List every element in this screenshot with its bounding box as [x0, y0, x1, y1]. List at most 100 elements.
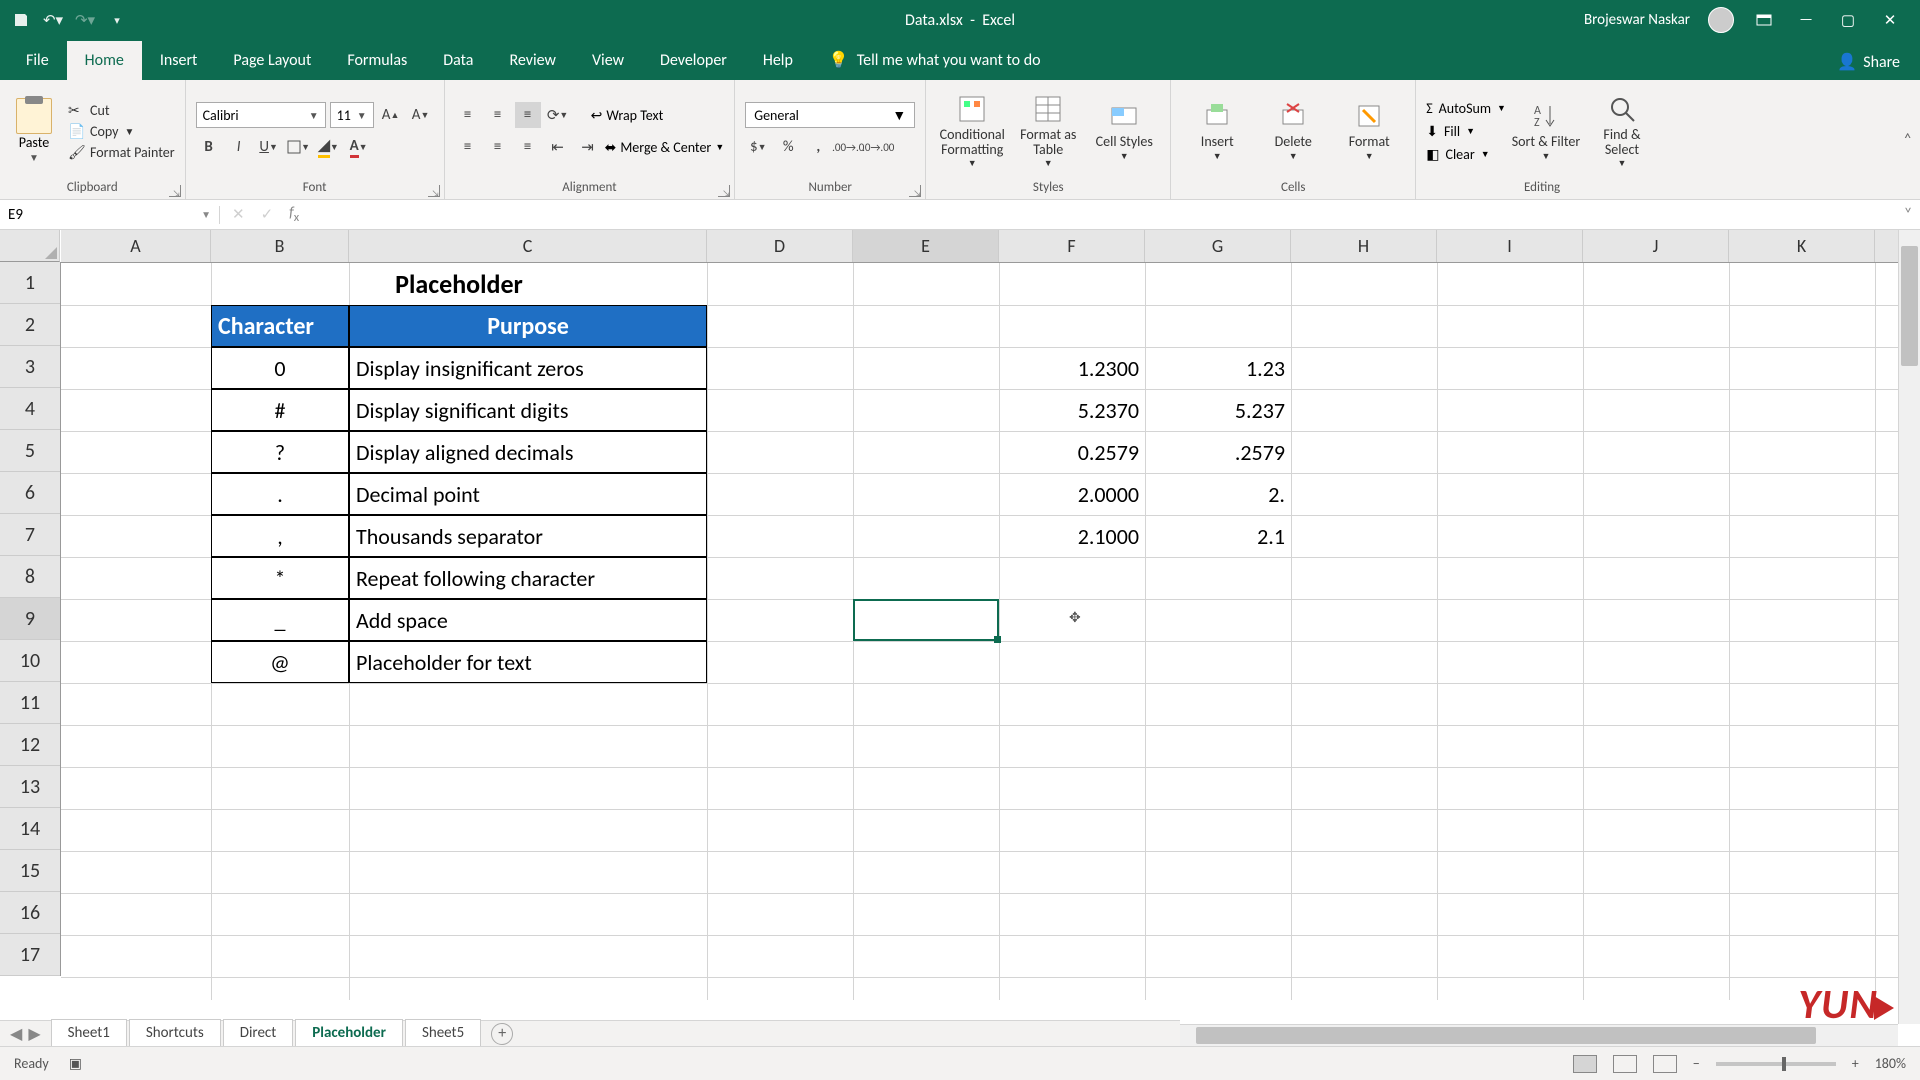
table-row-char[interactable]: #: [211, 389, 349, 431]
border-button[interactable]: ▼: [286, 134, 312, 160]
active-cell[interactable]: [853, 599, 999, 641]
table-header-purpose[interactable]: Purpose: [349, 305, 707, 347]
row-header-5[interactable]: 5: [0, 430, 60, 472]
row-header-4[interactable]: 4: [0, 388, 60, 430]
grid-area[interactable]: PlaceholderCharacterPurpose0Display insi…: [61, 263, 1920, 1000]
collapse-ribbon-icon[interactable]: ˄: [1903, 130, 1912, 149]
minimize-button[interactable]: —: [1794, 8, 1818, 32]
col-header-I[interactable]: I: [1437, 230, 1583, 262]
horizontal-scroll-thumb[interactable]: [1196, 1027, 1816, 1044]
cell-styles-button[interactable]: Cell Styles▼: [1088, 100, 1160, 161]
tab-formulas[interactable]: Formulas: [329, 41, 425, 80]
expand-formula-bar-icon[interactable]: ˅: [1896, 205, 1920, 224]
cancel-formula-icon[interactable]: ✕: [232, 205, 245, 224]
bold-button[interactable]: B: [196, 134, 222, 160]
table-row-char[interactable]: 0: [211, 347, 349, 389]
tell-me[interactable]: 💡Tell me what you want to do: [811, 40, 1059, 80]
vertical-scrollbar[interactable]: [1898, 230, 1920, 1024]
fx-icon[interactable]: fx: [289, 204, 299, 225]
table-row-purpose[interactable]: Thousands separator: [349, 515, 707, 557]
col-header-G[interactable]: G: [1145, 230, 1291, 262]
insert-cells-button[interactable]: Insert▼: [1181, 100, 1253, 161]
maximize-button[interactable]: ▢: [1836, 8, 1860, 32]
vertical-scroll-thumb[interactable]: [1901, 246, 1918, 366]
tab-review[interactable]: Review: [491, 41, 574, 80]
tab-insert[interactable]: Insert: [142, 41, 216, 80]
copy-button[interactable]: 📄Copy ▼: [68, 123, 175, 140]
col-header-B[interactable]: B: [211, 230, 349, 262]
enter-formula-icon[interactable]: ✓: [261, 205, 274, 224]
normal-view-icon[interactable]: [1573, 1055, 1597, 1073]
tab-help[interactable]: Help: [745, 41, 811, 80]
row-header-11[interactable]: 11: [0, 682, 60, 724]
increase-font-icon[interactable]: A▲: [378, 102, 404, 128]
table-row-purpose[interactable]: Display significant digits: [349, 389, 707, 431]
user-avatar-icon[interactable]: [1708, 7, 1734, 33]
sheet-tab-sheet1[interactable]: Sheet1: [51, 1019, 127, 1048]
cell-colG[interactable]: 2.: [1145, 473, 1291, 515]
decrease-indent-icon[interactable]: ⇤: [545, 134, 571, 160]
share-button[interactable]: 👤Share: [1837, 52, 1920, 80]
tab-view[interactable]: View: [574, 41, 642, 80]
tab-file[interactable]: File: [8, 41, 67, 80]
row-header-6[interactable]: 6: [0, 472, 60, 514]
table-row-char[interactable]: .: [211, 473, 349, 515]
column-headers[interactable]: ABCDEFGHIJK: [61, 230, 1920, 263]
row-headers[interactable]: 1234567891011121314151617: [0, 262, 61, 976]
cell-colF[interactable]: 1.2300: [999, 347, 1145, 389]
row-header-3[interactable]: 3: [0, 346, 60, 388]
table-row-char[interactable]: _: [211, 599, 349, 641]
row-header-9[interactable]: 9: [0, 598, 60, 640]
table-row-purpose[interactable]: Display aligned decimals: [349, 431, 707, 473]
redo-icon[interactable]: ↷▾: [76, 11, 94, 29]
accounting-format-icon[interactable]: $▼: [745, 134, 771, 160]
align-center-icon[interactable]: ≡: [485, 134, 511, 160]
table-row-char[interactable]: ?: [211, 431, 349, 473]
sheet-tab-sheet5[interactable]: Sheet5: [405, 1019, 481, 1048]
orientation-icon[interactable]: ⟳▼: [545, 102, 571, 128]
font-launcher[interactable]: [428, 185, 440, 197]
cell-colG[interactable]: 5.237: [1145, 389, 1291, 431]
format-cells-button[interactable]: Format▼: [1333, 100, 1405, 161]
zoom-level[interactable]: 180%: [1875, 1055, 1906, 1072]
row-header-2[interactable]: 2: [0, 304, 60, 346]
table-row-purpose[interactable]: Repeat following character: [349, 557, 707, 599]
sheet-nav[interactable]: ◀▶: [0, 1024, 51, 1044]
col-header-A[interactable]: A: [61, 230, 211, 262]
col-header-D[interactable]: D: [707, 230, 853, 262]
table-row-purpose[interactable]: Decimal point: [349, 473, 707, 515]
col-header-J[interactable]: J: [1583, 230, 1729, 262]
qat-customize-icon[interactable]: ▾: [108, 11, 126, 29]
merge-center-button[interactable]: ⬌Merge & Center ▼: [605, 139, 725, 156]
select-all-corner[interactable]: [0, 230, 60, 262]
paste-button[interactable]: Paste ▼: [10, 98, 58, 164]
fill-color-button[interactable]: ◢▼: [316, 134, 342, 160]
table-row-char[interactable]: @: [211, 641, 349, 683]
clear-button[interactable]: ◧Clear ▼: [1426, 146, 1506, 163]
align-left-icon[interactable]: ≡: [455, 134, 481, 160]
number-format-combo[interactable]: General▼: [745, 102, 915, 128]
undo-icon[interactable]: ↶▾: [44, 11, 62, 29]
name-box[interactable]: E9▼: [0, 206, 220, 224]
cell-colF[interactable]: 2.1000: [999, 515, 1145, 557]
row-header-15[interactable]: 15: [0, 850, 60, 892]
row-header-10[interactable]: 10: [0, 640, 60, 682]
decrease-decimal-icon[interactable]: .0→.00: [865, 134, 891, 160]
cell-colF[interactable]: 2.0000: [999, 473, 1145, 515]
ribbon-display-icon[interactable]: [1752, 8, 1776, 32]
cell-colF[interactable]: 5.2370: [999, 389, 1145, 431]
zoom-out-icon[interactable]: −: [1693, 1055, 1700, 1072]
table-title[interactable]: Placeholder: [211, 263, 707, 305]
save-icon[interactable]: [12, 11, 30, 29]
decrease-font-icon[interactable]: A▼: [408, 102, 434, 128]
clipboard-launcher[interactable]: [169, 185, 181, 197]
fill-button[interactable]: ⬇Fill ▼: [1426, 123, 1506, 140]
zoom-in-icon[interactable]: +: [1852, 1055, 1859, 1072]
number-launcher[interactable]: [909, 185, 921, 197]
page-break-view-icon[interactable]: [1653, 1055, 1677, 1073]
italic-button[interactable]: I: [226, 134, 252, 160]
col-header-H[interactable]: H: [1291, 230, 1437, 262]
horizontal-scrollbar[interactable]: [1180, 1024, 1898, 1046]
wrap-text-button[interactable]: ↩Wrap Text: [591, 107, 664, 124]
align-top-icon[interactable]: ≡: [455, 102, 481, 128]
